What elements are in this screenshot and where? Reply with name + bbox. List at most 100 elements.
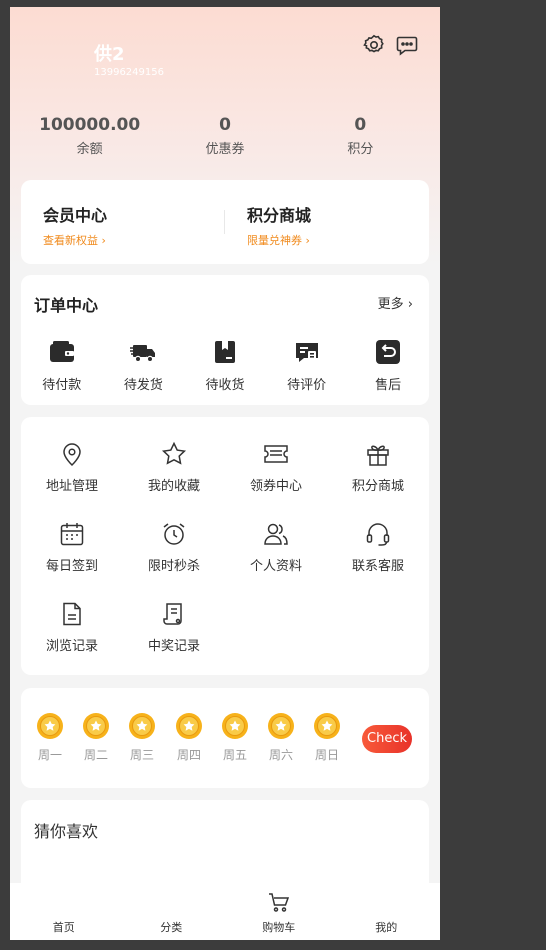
member-center-subtitle: 查看新权益 › bbox=[43, 234, 106, 247]
signin-day-label: 周四 bbox=[176, 748, 201, 762]
order-status-label: 待收货 bbox=[205, 378, 245, 393]
check-in-button[interactable]: Check bbox=[362, 725, 412, 753]
stat-value: 0 bbox=[219, 115, 231, 135]
alarm-icon bbox=[163, 523, 185, 545]
stat-label: 积分 bbox=[347, 142, 374, 157]
tab-mine[interactable]: 我的 bbox=[333, 883, 441, 940]
order-status-label: 待评价 bbox=[287, 378, 327, 393]
tool-flash-sale[interactable]: 限时秒杀 bbox=[123, 521, 225, 574]
tool-points-mall[interactable]: 积分商城 bbox=[327, 441, 429, 494]
tab-label: 购物车 bbox=[262, 921, 296, 934]
tool-coupons[interactable]: 领券中心 bbox=[225, 441, 327, 494]
tool-profile[interactable]: 个人资料 bbox=[225, 521, 327, 574]
account-stats: 100000.00 余额 0 优惠券 0 积分 bbox=[22, 115, 428, 161]
stat-points[interactable]: 0 积分 bbox=[293, 115, 428, 161]
user-phone: 13996249156 bbox=[94, 67, 164, 78]
message-icon[interactable] bbox=[395, 33, 419, 57]
stat-value: 100000.00 bbox=[39, 115, 141, 135]
tab-home[interactable]: 首页 bbox=[10, 883, 118, 940]
tool-label: 联系客服 bbox=[351, 559, 404, 574]
comment-icon bbox=[295, 343, 318, 362]
wallet-icon bbox=[49, 341, 74, 362]
tool-label: 领券中心 bbox=[249, 479, 302, 494]
stat-label: 优惠券 bbox=[205, 142, 245, 157]
tool-label: 我的收藏 bbox=[147, 479, 200, 494]
signin-day[interactable]: 周四 bbox=[169, 712, 209, 763]
member-center-title: 会员中心 bbox=[43, 206, 108, 225]
tab-cart[interactable]: 购物车 bbox=[225, 883, 333, 940]
tools-card: 地址管理 我的收藏 领券中心 积分商城 每日签到 限时秒杀 个人资料 联系客服 … bbox=[21, 417, 429, 675]
users-icon bbox=[264, 523, 288, 545]
signin-day[interactable]: 周二 bbox=[76, 712, 116, 763]
tab-category[interactable]: 分类 bbox=[118, 883, 226, 940]
member-center-subtitle-text: 查看新权益 bbox=[43, 234, 98, 247]
signin-day[interactable]: 周日 bbox=[307, 712, 347, 763]
package-icon bbox=[214, 341, 235, 363]
order-after-sales[interactable]: 售后 bbox=[347, 338, 429, 393]
user-name: 供2 bbox=[94, 44, 125, 65]
tab-label: 分类 bbox=[160, 921, 183, 934]
signin-day-label: 周五 bbox=[222, 748, 247, 762]
tool-address[interactable]: 地址管理 bbox=[21, 441, 123, 494]
signin-day-label: 周日 bbox=[314, 748, 339, 762]
document-icon bbox=[63, 602, 81, 626]
stat-coupons[interactable]: 0 优惠券 bbox=[157, 115, 292, 161]
signin-day[interactable]: 周一 bbox=[30, 712, 70, 763]
headset-icon bbox=[366, 523, 390, 546]
gear-icon[interactable] bbox=[362, 33, 386, 57]
points-mall-subtitle: 限量兑神券 › bbox=[247, 234, 310, 247]
stat-label: 余额 bbox=[76, 142, 103, 157]
signin-day-label: 周二 bbox=[83, 748, 108, 762]
points-mall-subtitle-text: 限量兑神券 bbox=[247, 234, 302, 247]
coin-star-icon bbox=[176, 713, 202, 739]
order-center-title: 订单中心 bbox=[34, 296, 99, 315]
order-pending-payment[interactable]: 待付款 bbox=[21, 338, 103, 393]
tool-prize-history[interactable]: 中奖记录 bbox=[123, 601, 225, 654]
order-status-label: 待发货 bbox=[123, 378, 163, 393]
tool-daily-signin[interactable]: 每日签到 bbox=[21, 521, 123, 574]
return-icon bbox=[376, 340, 401, 364]
star-icon bbox=[161, 441, 187, 465]
points-mall-title: 积分商城 bbox=[247, 206, 312, 225]
signin-card: 周一 周二 周三 周四 周五 周六 周日 Check bbox=[21, 688, 429, 788]
stat-value: 0 bbox=[354, 115, 367, 135]
tool-favorites[interactable]: 我的收藏 bbox=[123, 441, 225, 494]
gift-icon bbox=[367, 445, 389, 466]
tool-label: 中奖记录 bbox=[147, 639, 200, 654]
order-pending-receipt[interactable]: 待收货 bbox=[184, 338, 266, 393]
scroll-icon bbox=[163, 603, 182, 625]
cart-icon bbox=[268, 893, 289, 912]
app-screen: 供2 13996249156 100000.00 余额 0 优惠券 0 积分 会… bbox=[10, 7, 440, 940]
points-mall-link[interactable]: 积分商城 限量兑神券 › bbox=[247, 202, 311, 248]
ticket-icon bbox=[264, 445, 288, 463]
tool-browse-history[interactable]: 浏览记录 bbox=[21, 601, 123, 654]
order-status-label: 待付款 bbox=[42, 378, 82, 393]
member-center-link[interactable]: 会员中心 查看新权益 › bbox=[43, 202, 107, 248]
order-center-card: 订单中心 更多 › 待付款 待发货 待收货 待评价 售后 bbox=[21, 275, 429, 405]
tool-label: 限时秒杀 bbox=[147, 559, 200, 574]
order-status-row: 待付款 待发货 待收货 待评价 售后 bbox=[21, 338, 429, 393]
signin-day[interactable]: 周三 bbox=[122, 712, 162, 763]
coin-star-icon bbox=[83, 713, 109, 739]
signin-day[interactable]: 周六 bbox=[261, 712, 301, 763]
divider bbox=[224, 210, 225, 234]
tool-label: 浏览记录 bbox=[45, 639, 98, 654]
coin-star-icon bbox=[268, 713, 294, 739]
bottom-tab-bar: 首页 分类 购物车 我的 bbox=[10, 883, 440, 940]
stat-balance[interactable]: 100000.00 余额 bbox=[22, 115, 157, 161]
coin-star-icon bbox=[314, 713, 340, 739]
member-card: 会员中心 查看新权益 › 积分商城 限量兑神券 › bbox=[21, 180, 429, 264]
order-pending-review[interactable]: 待评价 bbox=[266, 338, 348, 393]
truck-icon bbox=[130, 345, 156, 363]
location-icon bbox=[63, 443, 81, 467]
order-more-link[interactable]: 更多 › bbox=[378, 293, 413, 312]
coin-star-icon bbox=[222, 713, 248, 739]
order-pending-shipment[interactable]: 待发货 bbox=[103, 338, 185, 393]
tool-label: 个人资料 bbox=[249, 559, 302, 574]
tool-label: 每日签到 bbox=[45, 559, 98, 574]
tool-label: 地址管理 bbox=[45, 479, 98, 494]
signin-day-label: 周三 bbox=[129, 748, 154, 762]
signin-day[interactable]: 周五 bbox=[215, 712, 255, 763]
tool-customer-service[interactable]: 联系客服 bbox=[327, 521, 429, 574]
tab-label: 首页 bbox=[52, 921, 75, 934]
